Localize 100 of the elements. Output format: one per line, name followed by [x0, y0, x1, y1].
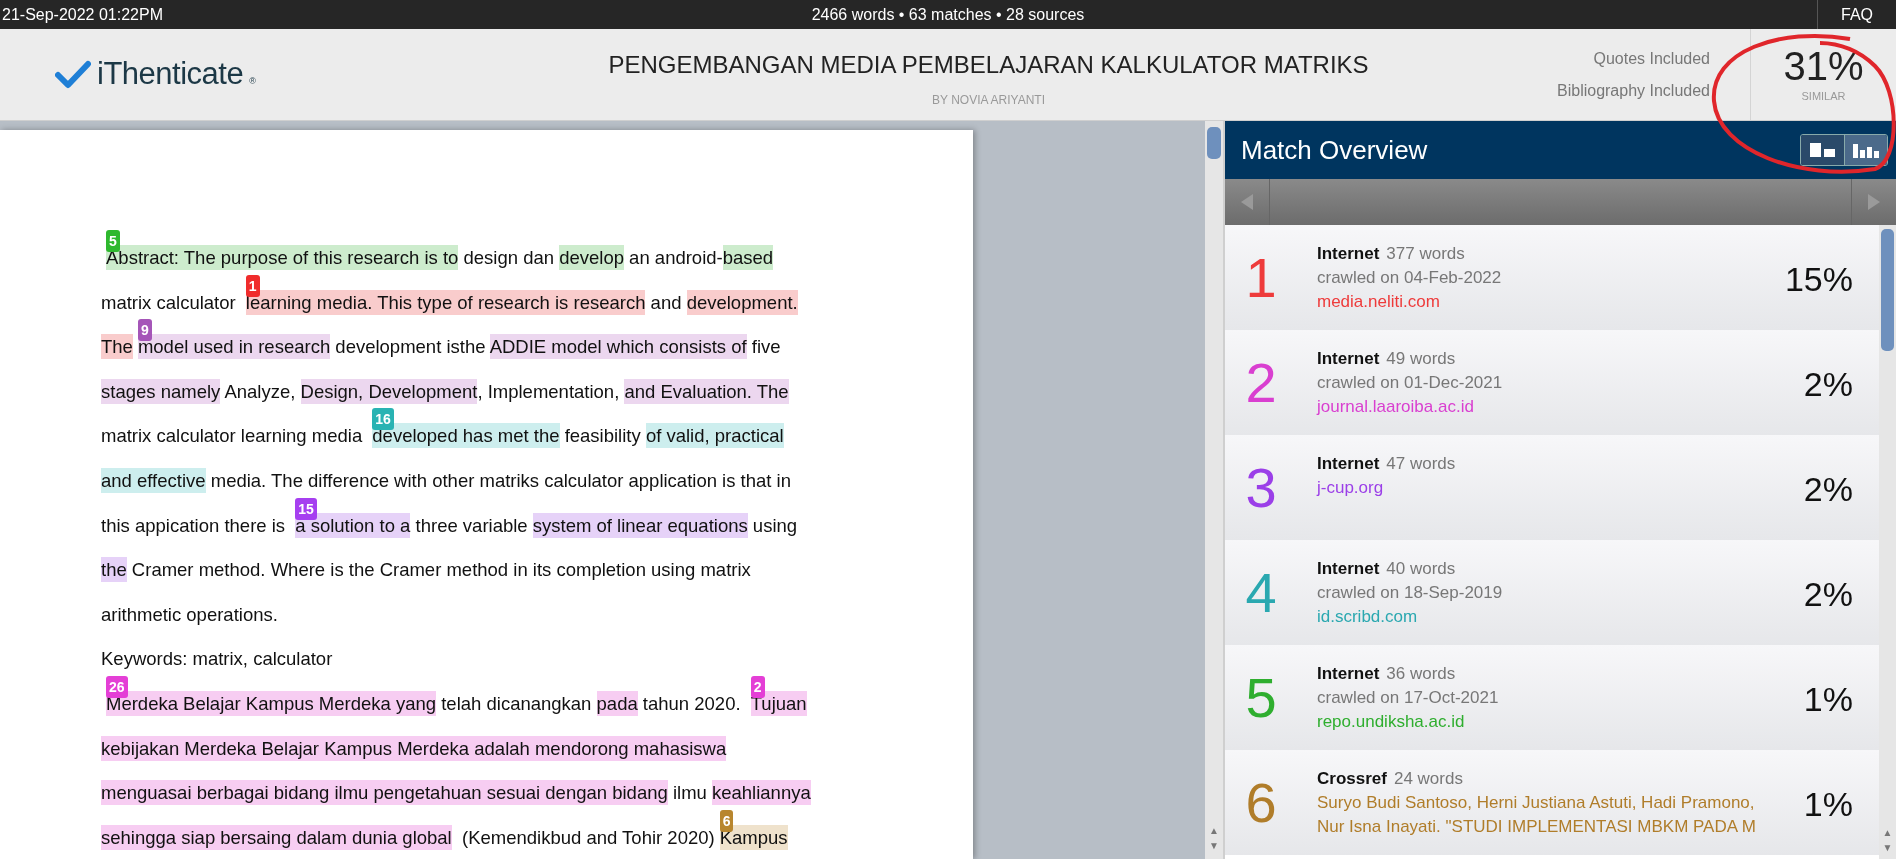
highlighted-text[interactable]: develop: [559, 245, 624, 270]
source-type: Internet: [1317, 453, 1380, 475]
word-count: 47 words: [1386, 453, 1456, 475]
highlighted-text[interactable]: The: [101, 334, 133, 360]
match-percentage: 15%: [1784, 259, 1854, 300]
similarity-score: 31%: [1783, 44, 1864, 89]
list-view-button[interactable]: [1801, 135, 1844, 165]
document-text: an android-: [628, 247, 723, 268]
scroll-arrow[interactable]: ▼: [1209, 838, 1219, 853]
document-text: telah dicanangkan: [440, 692, 593, 714]
scroll-arrow[interactable]: ▼: [1882, 840, 1893, 855]
scrollbar-thumb[interactable]: [1881, 229, 1894, 351]
chart-view-button[interactable]: [1844, 135, 1887, 165]
match-number-badge[interactable]: 26: [106, 675, 128, 698]
word-count: 36 words: [1386, 663, 1456, 685]
highlighted-text[interactable]: stages namely: [101, 378, 221, 404]
highlighted-text[interactable]: keahliannya: [711, 780, 811, 806]
match-rank: 1: [1244, 250, 1278, 306]
document-text: Cramer method. Where is the Cramer method in its completion using matrix: [130, 559, 751, 581]
source-link[interactable]: j-cup.org: [1317, 476, 1804, 500]
highlighted-text[interactable]: Design, Development: [300, 378, 478, 404]
source-type: Internet: [1317, 663, 1380, 685]
document-text: design dan: [462, 247, 556, 268]
match-row[interactable]: 3 Internet 47 words j-cup.org 2%: [1225, 435, 1879, 540]
crawl-date: crawled on 04-Feb-2022: [1317, 267, 1503, 289]
match-number-badge[interactable]: 1: [245, 274, 260, 297]
highlighted-text[interactable]: Abstract: The purpose of this research is to: [106, 245, 459, 270]
match-row[interactable]: 1 Internet 377 words crawled on 04-Feb-2022 media.neliti.com 15%: [1225, 225, 1879, 330]
document-text: matrix calculator learning media: [101, 425, 364, 447]
bar-chart-icon: [1853, 142, 1879, 158]
highlighted-text[interactable]: model used in research: [137, 334, 331, 360]
scroll-arrow[interactable]: ▲: [1209, 823, 1219, 838]
document-text: Keywords: matrix, calculator: [101, 648, 333, 670]
highlighted-text[interactable]: based: [722, 245, 774, 270]
date-time: 21-Sep-2022 01:22PM: [1, 4, 164, 25]
match-percentage: 2%: [1803, 574, 1854, 615]
right-triangle-icon: [1868, 194, 1880, 210]
highlighted-text[interactable]: ADDIE model which consists of: [489, 334, 747, 360]
document-text: , Implementation,: [477, 380, 621, 402]
document-text: ilmu: [671, 782, 708, 804]
document-text: matrix calculator: [101, 291, 237, 313]
filter-status[interactable]: Bibliography Included: [1557, 78, 1710, 103]
match-number-badge[interactable]: 2: [750, 675, 765, 698]
document-text: and: [649, 291, 683, 313]
document-text: Analyze,: [223, 380, 297, 402]
scrollbar-thumb[interactable]: [1207, 127, 1221, 159]
document-text: arithmetic operations.: [101, 603, 278, 625]
author-text: BY NOVIA ARIYANTI: [932, 91, 1045, 109]
highlighted-text[interactable]: of valid, practical: [645, 423, 784, 449]
document-text: feasibility: [563, 425, 642, 447]
source-type: Crossref: [1317, 768, 1387, 790]
word-count: 377 words: [1386, 243, 1465, 265]
match-row[interactable]: 5 Internet 36 words crawled on 17-Oct-2021 repo.undiksha.ac.id 1%: [1225, 645, 1879, 750]
match-percentage: 1%: [1803, 679, 1854, 720]
registered-mark: ®: [249, 75, 256, 89]
word-count: 40 words: [1386, 558, 1456, 580]
document-text: using: [751, 514, 798, 536]
filter-status[interactable]: Quotes Included: [1593, 46, 1710, 71]
source-type: Internet: [1317, 243, 1380, 265]
crawl-date: crawled on 18-Sep-2019: [1317, 582, 1504, 604]
match-rank: 3: [1244, 460, 1278, 516]
match-number-badge[interactable]: 9: [137, 319, 152, 342]
match-percentage: 2%: [1803, 364, 1854, 405]
document-text: this appication there is: [101, 514, 287, 536]
crawl-date: crawled on 17-Oct-2021: [1317, 687, 1500, 709]
highlighted-text[interactable]: system of linear equations: [532, 512, 748, 538]
document-text: development isthe: [334, 336, 487, 358]
match-number-badge[interactable]: 15: [295, 497, 317, 520]
highlighted-text[interactable]: and Evaluation. The: [624, 378, 789, 404]
document-text: tahun 2020.: [641, 692, 742, 714]
match-percentage: 2%: [1803, 469, 1854, 510]
document-stats: 2466 words • 63 matches • 28 sources: [811, 4, 1085, 25]
match-rank: 4: [1244, 565, 1278, 621]
blocks-icon: [1809, 143, 1836, 157]
word-count: 49 words: [1386, 348, 1456, 370]
document-text: media. The difference with other matriks calculator application is that in: [209, 469, 792, 491]
highlighted-text[interactable]: development.: [686, 289, 798, 315]
match-rank: 5: [1244, 670, 1278, 726]
crawl-date: crawled on 01-Dec-2021: [1317, 372, 1504, 394]
check-icon: [55, 59, 91, 90]
highlighted-text[interactable]: pada: [596, 690, 638, 716]
source-type: Internet: [1317, 558, 1380, 580]
match-rank: 6: [1244, 775, 1278, 831]
left-triangle-icon: [1241, 194, 1253, 210]
highlighted-text[interactable]: the: [101, 557, 127, 583]
highlighted-text[interactable]: sehingga siap bersaing dalam dunia global: [101, 824, 452, 850]
word-count: 24 words: [1393, 768, 1463, 790]
match-rank: 2: [1244, 355, 1278, 411]
highlighted-text[interactable]: kebijakan Merdeka Belajar Kampus Merdeka adalah mendorong mahasiswa: [101, 735, 727, 761]
highlighted-text[interactable]: menguasai berbagai bidang ilmu pengetahuan sesuai dengan bidang: [101, 780, 668, 806]
match-percentage: 1%: [1803, 784, 1854, 825]
source-type: Internet: [1317, 348, 1380, 370]
document-text: five: [750, 336, 781, 358]
match-row[interactable]: 4 Internet 40 words crawled on 18-Sep-2019 id.scribd.com 2%: [1225, 540, 1879, 645]
similar-label: SIMILAR: [1801, 89, 1846, 105]
scroll-arrow[interactable]: ▲: [1882, 825, 1893, 840]
highlighted-text[interactable]: and effective: [101, 467, 206, 493]
match-row[interactable]: 2 Internet 49 words crawled on 01-Dec-2021 journal.laaroiba.ac.id 2%: [1225, 330, 1879, 435]
panel-title: Match Overview: [1241, 133, 1428, 167]
highlighted-text[interactable]: developed has met the: [372, 423, 560, 449]
